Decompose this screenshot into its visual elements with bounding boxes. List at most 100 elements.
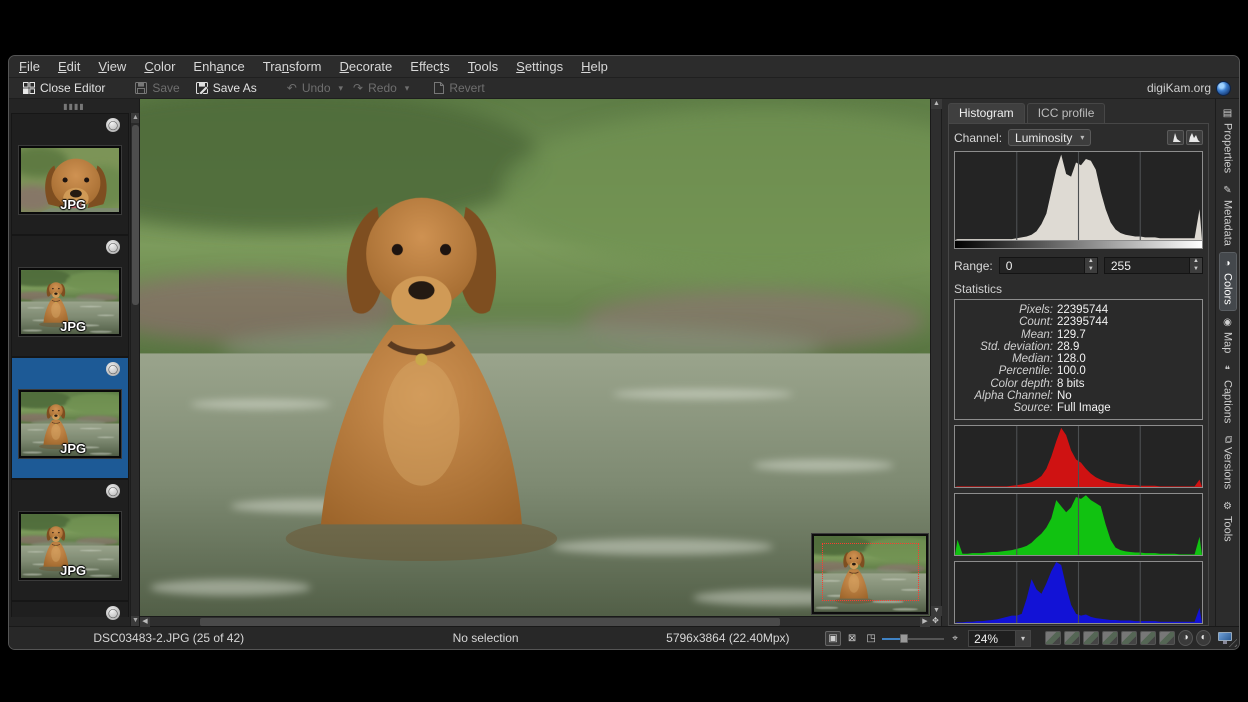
format-badge: JPG (60, 197, 86, 212)
canvas-vertical-scrollbar[interactable]: ▲ ▼ (930, 99, 941, 616)
menu-effects[interactable]: Effects (410, 59, 450, 74)
viewport-rectangle[interactable] (822, 543, 919, 602)
menu-tools[interactable]: Tools (468, 59, 498, 74)
scroll-up-icon[interactable]: ▲ (131, 113, 140, 123)
format-badge: JPG (60, 441, 86, 456)
digikam-brand: digiKam.org (1147, 81, 1231, 96)
sidebar-tab-metadata[interactable]: ✎Metadata (1220, 180, 1236, 251)
thumbnail-item[interactable]: ◯ JPG (11, 235, 129, 357)
range-min-spinbox[interactable]: 0 ▲▼ (999, 257, 1098, 274)
thumbnail-item[interactable]: ◯ JPG (11, 479, 129, 601)
thumbnail-item[interactable]: ◯ (11, 601, 129, 617)
sidebar-tab-captions[interactable]: ❝Captions (1220, 360, 1236, 428)
menu-edit[interactable]: Edit (58, 59, 80, 74)
menu-enhance[interactable]: Enhance (193, 59, 244, 74)
digikam-logo-icon[interactable] (1216, 81, 1231, 96)
mini-preview-button[interactable] (1083, 631, 1099, 645)
menu-color[interactable]: Color (144, 59, 175, 74)
save-icon (135, 82, 147, 94)
redo-dropdown-arrow[interactable]: ▾ (405, 83, 410, 94)
colors-panel: Histogram ICC profile Channel: Luminosit… (941, 99, 1215, 626)
metadata-icon: ✎ (1222, 185, 1233, 196)
undo-dropdown-arrow[interactable]: ▾ (339, 83, 344, 94)
colors-icon: ◑ (1222, 258, 1233, 269)
fit-to-selection-button[interactable]: ⊠ (844, 631, 860, 646)
log-scale-button[interactable] (1186, 130, 1203, 145)
panel-tabs: Histogram ICC profile (948, 103, 1209, 123)
scroll-left-icon[interactable]: ◀ (140, 617, 150, 627)
status-selection: No selection (323, 631, 649, 645)
save-as-icon (196, 82, 208, 94)
stat-row: Percentile:100.0 (961, 365, 1196, 377)
stat-row: Median:128.0 (961, 353, 1196, 365)
mini-preview-button[interactable] (1045, 631, 1061, 645)
scroll-right-icon[interactable]: ▶ (920, 617, 930, 627)
sidebar-tab-tools[interactable]: ⚙Tools (1220, 496, 1236, 547)
tab-icc-profile[interactable]: ICC profile (1027, 103, 1106, 123)
underexposure-indicator-button[interactable]: ◑ (1178, 630, 1193, 646)
editor-canvas[interactable]: ▲ ▼ ◀ ▶ ✥ (140, 99, 941, 626)
fit-to-window-button[interactable]: ▣ (825, 631, 841, 646)
tool-bar: Close Editor Save Save As ↶ Undo ▾ ↷ Red… (9, 78, 1239, 99)
stat-row: Alpha Channel:No (961, 390, 1196, 402)
menu-decorate[interactable]: Decorate (340, 59, 393, 74)
geolocation-icon: ◯ (106, 606, 120, 620)
menu-file[interactable]: File (19, 59, 40, 74)
zoom-slider-handle[interactable] (900, 634, 908, 643)
menu-settings[interactable]: Settings (516, 59, 563, 74)
save-as-button[interactable]: Save As (190, 80, 263, 96)
redo-button[interactable]: ↷ Redo (347, 80, 403, 96)
zoom-100-button[interactable]: ◳ (863, 631, 879, 646)
tab-histogram[interactable]: Histogram (948, 103, 1025, 123)
canvas-horizontal-scrollbar[interactable]: ◀ ▶ (140, 616, 930, 626)
chevron-down-icon[interactable]: ▾ (1016, 630, 1031, 647)
menu-transform[interactable]: Transform (263, 59, 322, 74)
save-button[interactable]: Save (129, 80, 185, 96)
mini-preview-button[interactable] (1064, 631, 1080, 645)
pan-overview[interactable] (812, 534, 928, 614)
linear-scale-button[interactable] (1167, 130, 1184, 145)
mini-preview-button[interactable] (1121, 631, 1137, 645)
zoom-percent-combo[interactable]: 24% ▾ (968, 630, 1031, 647)
sidebar-tab-versions[interactable]: ⧉Versions (1220, 431, 1236, 494)
menu-help[interactable]: Help (581, 59, 608, 74)
stat-row: Color depth:8 bits (961, 378, 1196, 390)
sidebar-tab-properties[interactable]: ▤Properties (1220, 103, 1236, 178)
geolocation-icon: ◯ (106, 118, 120, 132)
undo-button[interactable]: ↶ Undo (281, 80, 337, 96)
thumbnail-image: JPG (19, 390, 121, 458)
mini-preview-button[interactable] (1159, 631, 1175, 645)
close-editor-button[interactable]: Close Editor (17, 80, 111, 96)
sidebar-tab-colors[interactable]: ◑Colors (1220, 253, 1236, 310)
thumbnail-item-selected[interactable]: ◯ JPG (11, 357, 129, 479)
thumbbar-drag-handle[interactable]: ▮▮▮▮ (9, 99, 139, 113)
status-filename: DSC03483-2.JPG (25 of 42) (15, 631, 323, 645)
zoom-fit-icon[interactable]: ⌖ (947, 631, 963, 646)
luminosity-histogram[interactable] (954, 151, 1203, 241)
pan-button[interactable]: ✥ (930, 616, 941, 626)
thumbnail-image: JPG (19, 146, 121, 214)
spinner-buttons[interactable]: ▲▼ (1084, 258, 1097, 273)
map-icon: ◉ (1222, 317, 1233, 328)
mini-preview-button[interactable] (1140, 631, 1156, 645)
zoom-controls: ▣ ⊠ ◳ ⌖ 24% ▾ (825, 630, 1031, 647)
status-bar: DSC03483-2.JPG (25 of 42) No selection 5… (9, 626, 1239, 649)
scroll-up-icon[interactable]: ▲ (931, 99, 942, 109)
thumbbar-scrollbar[interactable]: ▲ ▼ (130, 113, 139, 626)
thumbnail-item[interactable]: ◯ JPG (11, 113, 129, 235)
scroll-down-icon[interactable]: ▼ (131, 616, 140, 626)
scroll-down-icon[interactable]: ▼ (931, 606, 942, 616)
revert-button[interactable]: Revert (427, 80, 490, 96)
geolocation-icon: ◯ (106, 240, 120, 254)
sidebar-tab-map[interactable]: ◉Map (1220, 312, 1236, 358)
spinner-buttons[interactable]: ▲▼ (1189, 258, 1202, 273)
overexposure-indicator-button[interactable]: ◐ (1196, 630, 1211, 646)
log-histogram-icon (1189, 133, 1200, 142)
mini-preview-button[interactable] (1102, 631, 1118, 645)
tools-icon: ⚙ (1222, 501, 1233, 512)
range-max-spinbox[interactable]: 255 ▲▼ (1104, 257, 1203, 274)
channel-select[interactable]: Luminosity ▾ (1008, 129, 1091, 146)
thumbnail-image: JPG (19, 512, 121, 580)
menu-view[interactable]: View (98, 59, 126, 74)
zoom-slider[interactable] (882, 631, 944, 646)
